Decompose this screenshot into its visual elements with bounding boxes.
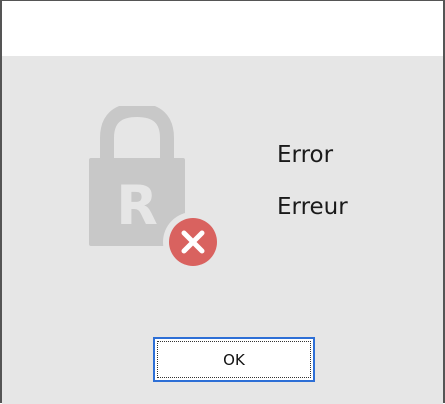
error-dialog: R Error Erreur OK	[0, 0, 445, 404]
lock-error-icon: R	[85, 102, 235, 272]
lock-letter: R	[116, 174, 158, 237]
ok-button-focus-ring[interactable]: OK	[157, 341, 311, 378]
ok-button[interactable]: OK	[153, 337, 315, 382]
dialog-titlebar	[2, 1, 443, 56]
message-block: Error Erreur	[277, 144, 348, 224]
dialog-content: R Error Erreur OK	[2, 56, 443, 404]
lock-icon: R	[89, 102, 223, 272]
error-badge-icon	[169, 218, 217, 266]
error-message-en: Error	[277, 142, 334, 168]
error-message-fr: Erreur	[277, 194, 348, 220]
ok-button-label: OK	[223, 350, 245, 369]
